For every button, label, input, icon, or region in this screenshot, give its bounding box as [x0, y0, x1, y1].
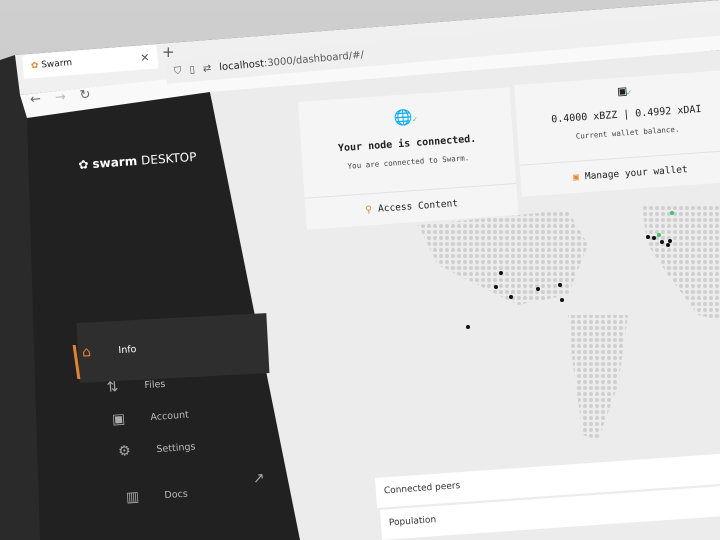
- world-map: [318, 205, 720, 455]
- url-path: :3000/dashboard/#/: [263, 49, 364, 69]
- book-icon: ▥: [124, 489, 141, 506]
- tab-title: Swarm: [41, 58, 73, 70]
- check-icon: ✓: [626, 88, 631, 97]
- sidebar-item-label: Info: [118, 343, 137, 355]
- sidebar-item-label: Files: [144, 378, 166, 390]
- arrows-updown-icon: ⇅: [104, 379, 121, 396]
- sidebar-item-label: Settings: [156, 441, 196, 455]
- map-europe-asia: [638, 205, 720, 325]
- swarm-favicon-icon: ✿: [31, 61, 39, 72]
- forward-icon[interactable]: →: [54, 90, 66, 106]
- page-icon: ▯: [189, 64, 195, 75]
- map-south-america: [568, 315, 628, 440]
- permissions-icon: ⇄: [202, 63, 211, 75]
- close-tab-icon[interactable]: ✕: [140, 51, 150, 65]
- sidebar-item-label: Account: [150, 409, 189, 423]
- shield-icon: ⛉: [174, 65, 182, 77]
- external-link-icon: ↗: [250, 470, 267, 487]
- map-north-america: [418, 210, 588, 305]
- manage-wallet-label: Manage your wallet: [585, 164, 688, 182]
- url-host: localhost: [219, 58, 265, 73]
- wallet-icon: ▣: [110, 411, 127, 428]
- wallet-icon: ▣: [573, 172, 579, 183]
- swarm-logo-icon: ✿: [78, 157, 89, 172]
- wallet-card: ▣✓ 0.4000 xBZZ | 0.4992 xDAI Current wal…: [514, 70, 720, 197]
- sidebar-item-label: Docs: [164, 488, 188, 501]
- globe-icon: 🌐✓: [299, 101, 512, 134]
- connected-peers-label: Connected peers: [384, 481, 461, 496]
- back-icon[interactable]: ←: [29, 92, 41, 108]
- reload-icon[interactable]: ↻: [79, 87, 91, 103]
- gear-icon: ⚙: [116, 443, 133, 460]
- home-icon: ⌂: [78, 344, 95, 361]
- population-label: Population: [389, 515, 437, 528]
- check-icon: ✓: [412, 115, 417, 124]
